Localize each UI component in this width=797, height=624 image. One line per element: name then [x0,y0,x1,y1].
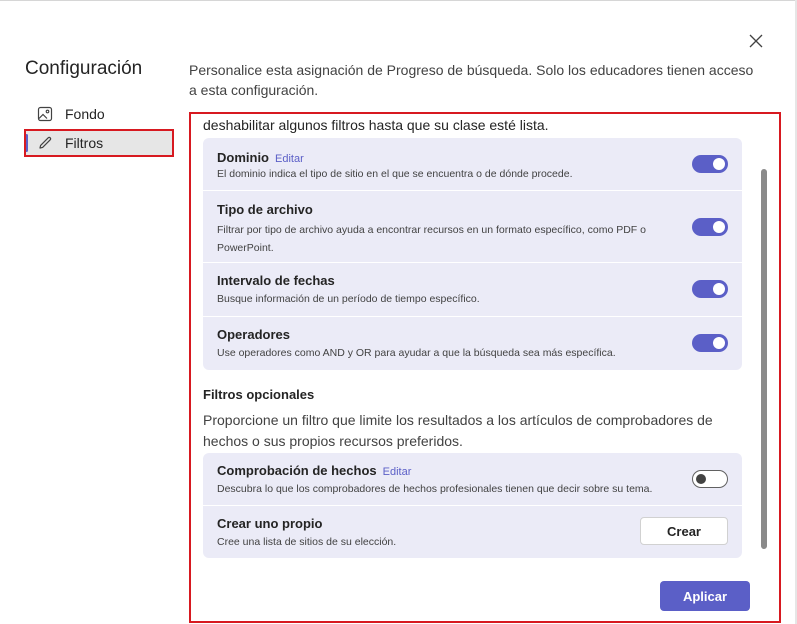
close-button[interactable] [745,30,767,52]
nav-title: Configuración [25,58,143,79]
optional-filters-title: Filtros opcionales [203,387,315,402]
filters-panel: deshabilitar algunos filtros hasta que s… [190,113,780,623]
filter-title: Comprobación de hechos Editar [217,463,412,478]
nav-item-fondo[interactable]: Fondo [25,101,173,127]
toggle-dominio[interactable] [692,155,728,173]
filter-description: Filtrar por tipo de archivo ayuda a enco… [217,224,646,254]
intro-text: Personalice esta asignación de Progreso … [189,62,754,98]
filter-row-tipo-archivo: Tipo de archivo Filtrar por tipo de arch… [203,191,742,263]
toggle-knob [713,283,725,295]
selection-indicator [25,134,28,152]
toggle-knob [713,221,725,233]
filter-description: Cree una lista de sitios de su elección. [217,536,397,548]
toggle-intervalo-fechas[interactable] [692,280,728,298]
toggle-knob [696,474,706,484]
nav-item-filtros[interactable]: Filtros [25,130,173,156]
toggle-tipo-archivo[interactable] [692,218,728,236]
filter-row-intervalo-fechas: Intervalo de fechas Busque información d… [203,263,742,317]
toggle-knob [713,158,725,170]
toggle-comprobacion[interactable] [692,470,728,488]
nav-item-label: Fondo [65,106,105,122]
pencil-icon [37,135,53,151]
filter-row-crear-propio: Crear uno propio Cree una lista de sitio… [203,506,742,558]
filter-description: Descubra lo que los comprobadores de hec… [217,483,653,495]
create-button[interactable]: Crear [640,517,728,545]
required-filters-card: Dominio Editar El dominio indica el tipo … [203,138,742,370]
toggle-operadores[interactable] [692,334,728,352]
edit-link[interactable]: Editar [275,153,304,165]
close-icon [749,34,763,48]
optional-filters-description: Proporcione un filtro que limite los res… [203,412,713,449]
filter-title: Tipo de archivo [217,202,313,217]
scrollbar-thumb[interactable] [761,169,767,549]
edit-link[interactable]: Editar [383,466,412,478]
filter-row-comprobacion: Comprobación de hechos Editar Descubra lo… [203,453,742,506]
cut-off-text: deshabilitar algunos filtros hasta que s… [203,117,549,133]
filter-row-dominio: Dominio Editar El dominio indica el tipo … [203,138,742,191]
filter-row-operadores: Operadores Use operadores como AND y OR … [203,317,742,370]
apply-button[interactable]: Aplicar [660,581,750,611]
filter-description: El dominio indica el tipo de sitio en el… [217,168,573,180]
filter-title: Crear uno propio [217,516,323,531]
filter-description: Use operadores como AND y OR para ayudar… [217,347,616,359]
image-icon [37,106,53,122]
filter-title: Dominio Editar [217,150,304,165]
filter-description: Busque información de un período de tiem… [217,293,480,305]
nav-item-label: Filtros [65,135,104,151]
optional-filters-card: Comprobación de hechos Editar Descubra lo… [203,453,742,558]
dialog-top-edge [0,0,797,1]
filter-title: Operadores [217,327,290,342]
toggle-knob [713,337,725,349]
settings-dialog: Configuración Fondo Filtros Personalice … [0,0,797,624]
filter-title: Intervalo de fechas [217,273,335,288]
